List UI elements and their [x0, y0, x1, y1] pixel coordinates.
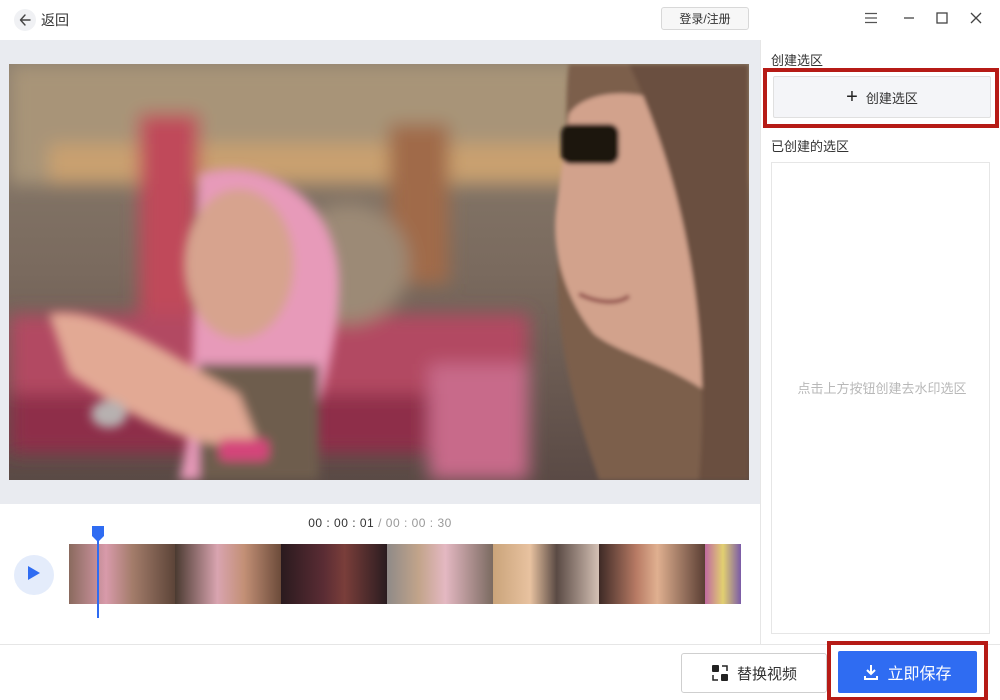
back-button[interactable]: 返回 [14, 9, 69, 31]
save-now-label: 立即保存 [887, 666, 952, 683]
title-bar: 返回 登录/注册 [0, 0, 1000, 40]
film-frame [175, 544, 281, 604]
film-frame [69, 544, 175, 604]
bottom-bar: 替换视频 立即保存 [0, 641, 1000, 700]
create-section-title: 创建选区 [771, 53, 824, 68]
create-selection-button[interactable]: + 创建选区 [773, 76, 991, 118]
created-section-title: 已创建的选区 [771, 139, 850, 154]
replace-video-label: 替换视频 [736, 665, 797, 683]
save-now-highlight: 立即保存 [827, 641, 988, 700]
film-frame [599, 544, 705, 604]
total-time: 00 : 00 : 30 [385, 516, 452, 530]
filmstrip[interactable] [69, 544, 741, 604]
plus-icon: + [846, 86, 858, 108]
close-icon[interactable] [966, 8, 986, 28]
create-selection-label: 创建选区 [865, 90, 918, 106]
download-icon [864, 665, 879, 680]
film-frame [705, 544, 741, 604]
film-frame [493, 544, 599, 604]
play-icon [27, 565, 41, 586]
arrow-left-icon [14, 9, 36, 31]
current-time: 00 : 00 : 01 [308, 516, 375, 530]
preview-area [0, 40, 760, 504]
replace-video-button[interactable]: 替换视频 [681, 653, 827, 693]
back-label: 返回 [41, 12, 69, 28]
play-button[interactable] [14, 555, 54, 595]
login-register-button[interactable]: 登录/注册 [661, 7, 749, 30]
replace-icon [711, 665, 728, 681]
maximize-icon[interactable] [932, 8, 952, 28]
video-preview[interactable] [9, 64, 749, 480]
timeline-area: 00 : 00 : 01 / 00 : 00 : 30 [0, 504, 760, 644]
empty-hint: 点击上方按钮创建去水印选区 [797, 381, 967, 396]
time-separator: / [378, 516, 382, 530]
created-selection-list: 点击上方按钮创建去水印选区 [771, 162, 990, 634]
film-frame [281, 544, 387, 604]
selection-panel: 创建选区 + 创建选区 已创建的选区 点击上方按钮创建去水印选区 [760, 40, 1000, 644]
minimize-icon[interactable] [899, 8, 919, 28]
create-selection-highlight: + 创建选区 [763, 68, 999, 128]
save-now-button[interactable]: 立即保存 [838, 651, 977, 693]
film-frame [387, 544, 493, 604]
timecode: 00 : 00 : 01 / 00 : 00 : 30 [0, 516, 760, 530]
menu-icon[interactable] [861, 8, 881, 28]
playhead[interactable] [91, 526, 105, 618]
